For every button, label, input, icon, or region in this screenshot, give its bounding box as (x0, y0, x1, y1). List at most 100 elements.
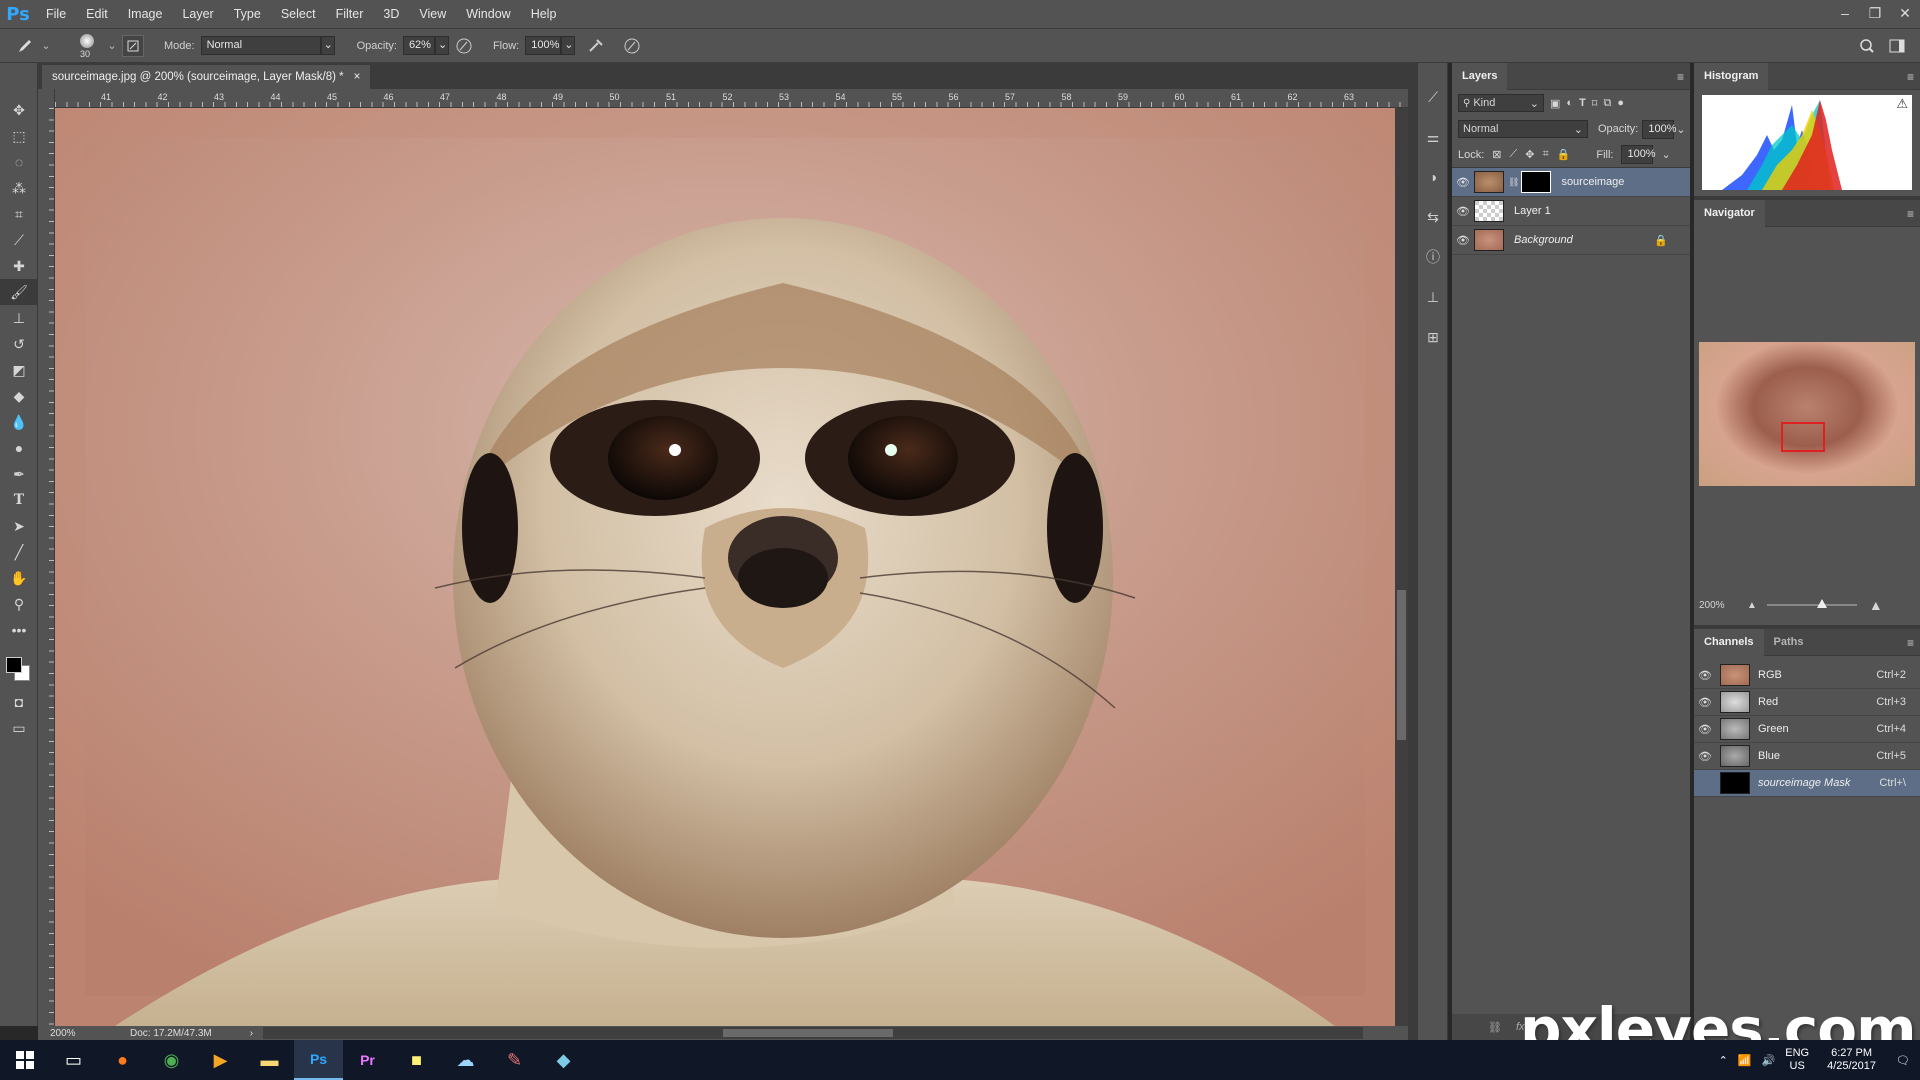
brush-panel-icon[interactable] (122, 34, 144, 57)
layer-row[interactable]: 👁 ⛓ sourceimage (1452, 168, 1690, 197)
menu-3d[interactable]: 3D (373, 0, 409, 29)
onedrive-icon[interactable]: ☁ (441, 1040, 490, 1080)
visibility-eye-icon[interactable]: 👁 (1694, 696, 1716, 709)
lock-transparent-icon[interactable]: ⊠ (1492, 148, 1501, 161)
eraser-tool-icon[interactable]: ◩ (0, 357, 38, 383)
visibility-eye-icon[interactable]: 👁 (1452, 234, 1474, 247)
chevron-right-icon[interactable]: › (250, 1028, 253, 1039)
layer-row[interactable]: 👁 Layer 1 (1452, 197, 1690, 226)
cache-warning-icon[interactable]: ⚠ (1896, 96, 1908, 112)
menu-type[interactable]: Type (224, 0, 271, 29)
horizontal-scrollbar[interactable] (263, 1027, 1364, 1039)
layer-opacity-input[interactable]: 100% (1642, 119, 1677, 139)
blur-tool-icon[interactable]: 💧 (0, 409, 38, 435)
pen-tool-icon[interactable]: ✒ (0, 461, 38, 487)
app-icon[interactable]: ◆ (539, 1040, 588, 1080)
dodge-tool-icon[interactable]: ● (0, 435, 38, 461)
clone-source-icon[interactable]: ⊥ (1418, 277, 1448, 317)
sticky-notes-icon[interactable]: ■ (392, 1040, 441, 1080)
channel-row[interactable]: sourceimage Mask Ctrl+\ (1694, 770, 1920, 797)
workspace-icon[interactable] (1886, 35, 1908, 57)
adjustments-icon[interactable]: ⚌ (1418, 117, 1448, 157)
zoom-tool-icon[interactable]: ⚲ (0, 591, 38, 617)
tab-histogram[interactable]: Histogram (1694, 62, 1769, 90)
zoom-out-icon[interactable]: ▲ (1747, 600, 1757, 611)
menu-image[interactable]: Image (118, 0, 173, 29)
navigator-zoom-value[interactable]: 200% (1699, 600, 1739, 611)
move-tool-icon[interactable]: ✥ (0, 97, 38, 123)
clone-stamp-tool-icon[interactable]: ⊥ (0, 305, 38, 331)
layer-thumbnail[interactable] (1474, 229, 1504, 251)
properties-icon[interactable]: ⊞ (1418, 317, 1448, 357)
color-swatches[interactable] (0, 643, 38, 689)
lock-pixels-icon[interactable]: ⟋ (1510, 148, 1518, 161)
paint-icon[interactable]: ✎ (490, 1040, 539, 1080)
visibility-eye-icon[interactable]: 👁 (1452, 176, 1474, 189)
actions-icon[interactable]: ⇆ (1418, 197, 1448, 237)
document-canvas[interactable] (55, 108, 1395, 1026)
search-icon[interactable] (1856, 35, 1878, 57)
blend-mode-select[interactable]: Normal ⌄ (1458, 120, 1588, 138)
media-player-icon[interactable]: ▶ (196, 1040, 245, 1080)
visibility-eye-icon[interactable]: 👁 (1694, 750, 1716, 763)
layer-name[interactable]: Background (1514, 234, 1573, 246)
layer-thumbnail[interactable] (1474, 200, 1504, 222)
scrollbar-thumb[interactable] (1397, 590, 1406, 740)
channel-row[interactable]: 👁 Green Ctrl+4 (1694, 716, 1920, 743)
start-button[interactable] (0, 1040, 49, 1080)
line-tool-icon[interactable]: ╱ (0, 539, 38, 565)
lock-position-icon[interactable]: ✥ (1525, 148, 1534, 161)
mode-select[interactable]: Normal ⌄ (200, 36, 335, 55)
history-brush-tool-icon[interactable]: ↺ (0, 331, 38, 357)
close-button[interactable]: ✕ (1890, 0, 1920, 29)
panel-menu-icon[interactable]: ≡ (1677, 70, 1684, 84)
tab-layers[interactable]: Layers (1452, 62, 1508, 90)
network-icon[interactable]: 📶 (1738, 1054, 1752, 1067)
language-indicator[interactable]: ENG US (1785, 1047, 1809, 1073)
chevron-down-icon[interactable]: ⌄ (1661, 148, 1670, 161)
path-selection-tool-icon[interactable]: ➤ (0, 513, 38, 539)
flow-input[interactable]: 100% (525, 36, 562, 55)
navigator-zoom-slider[interactable] (1766, 599, 1857, 608)
menu-view[interactable]: View (409, 0, 456, 29)
notifications-icon[interactable]: 🗨 (1896, 1054, 1910, 1067)
filter-toggle-icon[interactable]: ● (1617, 97, 1624, 109)
panel-menu-icon[interactable]: ≡ (1907, 207, 1914, 221)
menu-window[interactable]: Window (456, 0, 520, 29)
minimize-button[interactable]: – (1830, 0, 1860, 29)
pressure-opacity-icon[interactable] (453, 35, 475, 57)
paint-bucket-tool-icon[interactable]: ◆ (0, 383, 38, 409)
filter-smart-object-icon[interactable]: ⧉ (1603, 97, 1611, 110)
volume-icon[interactable]: 🔊 (1762, 1054, 1776, 1067)
flow-dropdown[interactable]: ⌄ (561, 36, 576, 55)
clock[interactable]: 6:27 PM 4/25/2017 (1827, 1047, 1876, 1073)
foreground-color-swatch[interactable] (6, 657, 22, 673)
panel-menu-icon[interactable]: ≡ (1907, 70, 1914, 84)
channel-row[interactable]: 👁 RGB Ctrl+2 (1694, 662, 1920, 689)
navigator-view-box[interactable] (1781, 422, 1825, 452)
file-explorer-icon[interactable]: ▬ (245, 1040, 294, 1080)
layer-thumbnail[interactable] (1474, 171, 1504, 193)
layer-name[interactable]: Layer 1 (1514, 205, 1551, 217)
layer-mask-thumbnail[interactable] (1521, 171, 1552, 193)
chrome-icon[interactable]: ◉ (147, 1040, 196, 1080)
hand-tool-icon[interactable]: ✋ (0, 565, 38, 591)
opacity-dropdown[interactable]: ⌄ (434, 36, 449, 55)
marquee-tool-icon[interactable]: ⬚ (0, 123, 38, 149)
premiere-taskbar-icon[interactable]: Pr (343, 1040, 392, 1080)
channel-row[interactable]: 👁 Red Ctrl+3 (1694, 689, 1920, 716)
layer-row[interactable]: 👁 Background 🔒 (1452, 226, 1690, 255)
horizontal-ruler[interactable]: 41 42 43 44 45 46 47 48 49 50 51 52 53 5… (55, 89, 1408, 108)
filter-kind-select[interactable]: ⚲ Kind ⌄ (1458, 94, 1544, 112)
tab-navigator[interactable]: Navigator (1694, 199, 1765, 227)
filter-pixel-icon[interactable]: ▣ (1550, 97, 1560, 110)
channel-row[interactable]: 👁 Blue Ctrl+5 (1694, 743, 1920, 770)
slider-handle[interactable] (1816, 599, 1827, 608)
restore-button[interactable]: ❐ (1860, 0, 1890, 29)
brush-tool-icon[interactable]: 🖌 (0, 279, 38, 305)
more-tools-icon[interactable]: ••• (0, 617, 38, 643)
link-layers-icon[interactable]: ⛓ (1488, 1021, 1502, 1034)
layer-name[interactable]: sourceimage (1561, 176, 1624, 188)
brush-size-picker[interactable]: 30 (70, 31, 106, 61)
firefox-icon[interactable]: ● (98, 1040, 147, 1080)
